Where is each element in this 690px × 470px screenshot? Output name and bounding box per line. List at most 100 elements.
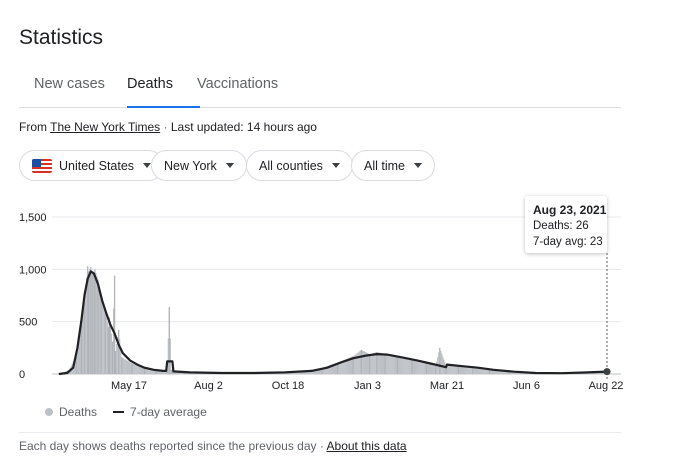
x-tick-label: Jan 3 xyxy=(354,380,381,392)
deaths-bar xyxy=(126,360,128,374)
deaths-bar xyxy=(417,360,419,374)
deaths-bar-point xyxy=(384,353,386,374)
deaths-bar xyxy=(448,365,450,374)
deaths-bar xyxy=(140,366,142,374)
deaths-bar-point xyxy=(376,352,378,374)
legend-average-label: 7-day average xyxy=(130,405,207,419)
deaths-bar xyxy=(96,276,98,374)
deaths-bar xyxy=(434,365,436,374)
deaths-bar xyxy=(106,321,108,374)
deaths-bar xyxy=(93,271,95,374)
deaths-bar-point xyxy=(368,354,371,374)
deaths-bar xyxy=(91,270,93,374)
deaths-bar xyxy=(427,363,429,374)
deaths-bar xyxy=(125,359,127,374)
x-tick-label: Jun 6 xyxy=(513,380,540,392)
deaths-bar xyxy=(419,361,421,374)
deaths-bar-point xyxy=(100,296,102,374)
deaths-bar xyxy=(112,308,115,374)
deaths-bar xyxy=(452,365,454,374)
deaths-bar-point xyxy=(118,330,120,374)
deaths-bar xyxy=(372,353,374,374)
deaths-bar-point xyxy=(411,359,413,374)
deaths-bar xyxy=(99,290,101,374)
about-data-link[interactable]: About this data xyxy=(327,439,407,453)
deaths-bar xyxy=(368,353,370,374)
filter-state[interactable]: New York xyxy=(151,150,247,181)
tab-vaccinations[interactable]: Vaccinations xyxy=(197,76,278,92)
chart-tooltip: Aug 23, 2021 Deaths: 26 7-day avg: 23 xyxy=(525,196,607,253)
footer-note: Each day shows deaths reported since the… xyxy=(19,439,317,453)
deaths-bar xyxy=(415,360,417,374)
deaths-bar xyxy=(370,353,372,374)
chart-legend: Deaths 7-day average xyxy=(45,405,207,419)
filter-state-label: New York xyxy=(164,158,217,173)
deaths-bar xyxy=(98,285,100,374)
deaths-bar xyxy=(398,356,401,374)
deaths-bar-point xyxy=(396,355,399,374)
source-link[interactable]: The New York Times xyxy=(50,120,160,134)
deaths-bar xyxy=(389,354,391,374)
deaths-bar xyxy=(455,365,457,374)
deaths-bar xyxy=(377,352,379,374)
filter-country[interactable]: United States xyxy=(19,150,165,181)
deaths-bar xyxy=(428,363,431,374)
deaths-bar xyxy=(449,365,451,374)
deaths-bar xyxy=(375,352,377,374)
deaths-bar xyxy=(134,364,136,374)
deaths-bar-point xyxy=(113,275,116,374)
deaths-bar xyxy=(89,269,91,374)
deaths-bar xyxy=(403,357,405,374)
deaths-bar xyxy=(409,358,411,374)
legend-average-swatch xyxy=(113,411,125,413)
deaths-bar xyxy=(422,361,424,374)
footer: Each day shows deaths reported since the… xyxy=(19,439,407,453)
deaths-bar xyxy=(135,364,137,374)
deaths-bar xyxy=(414,360,416,374)
deaths-bar xyxy=(371,353,373,374)
filter-county-label: All counties xyxy=(259,158,323,173)
footer-separator: · xyxy=(319,439,324,453)
deaths-bar xyxy=(129,362,131,374)
deaths-bar-point xyxy=(131,363,133,374)
deaths-bar xyxy=(380,352,382,374)
deaths-bar xyxy=(413,359,415,374)
deaths-bar xyxy=(451,365,453,374)
hover-point xyxy=(603,368,611,376)
filter-time-range[interactable]: All time xyxy=(351,150,435,181)
tab-deaths[interactable]: Deaths xyxy=(127,76,173,92)
deaths-bar xyxy=(133,364,135,374)
tab-bar: New cases Deaths Vaccinations xyxy=(19,70,621,108)
deaths-bar xyxy=(109,325,111,374)
tab-new-cases[interactable]: New cases xyxy=(34,76,105,92)
deaths-bar xyxy=(400,356,402,374)
deaths-bar xyxy=(139,366,141,374)
deaths-bar xyxy=(122,357,124,374)
chevron-down-icon xyxy=(143,163,152,168)
x-tick-label: Aug 22 xyxy=(589,380,624,392)
deaths-bar xyxy=(95,272,97,374)
deaths-bar xyxy=(128,361,130,374)
deaths-bar xyxy=(410,359,412,374)
deaths-bar xyxy=(101,300,103,374)
filter-time-label: All time xyxy=(364,158,405,173)
deaths-bar xyxy=(423,362,425,374)
chevron-down-icon xyxy=(331,163,340,168)
deaths-bar-point xyxy=(92,273,94,374)
deaths-bar xyxy=(386,353,388,374)
deaths-bar xyxy=(432,364,434,374)
deaths-bar xyxy=(429,364,432,374)
source-line: From The New York Times · Last updated: … xyxy=(19,120,317,134)
deaths-bar xyxy=(447,365,449,374)
deaths-bar xyxy=(382,353,384,374)
active-tab-indicator xyxy=(127,106,200,108)
deaths-bar xyxy=(116,343,118,374)
deaths-bar xyxy=(441,353,443,374)
deaths-bar xyxy=(433,365,435,374)
filter-county[interactable]: All counties xyxy=(246,150,353,181)
deaths-bar xyxy=(442,356,444,374)
deaths-bar xyxy=(124,359,126,374)
deaths-bar xyxy=(83,308,85,374)
deaths-bar xyxy=(408,358,410,374)
deaths-bar xyxy=(86,277,88,374)
